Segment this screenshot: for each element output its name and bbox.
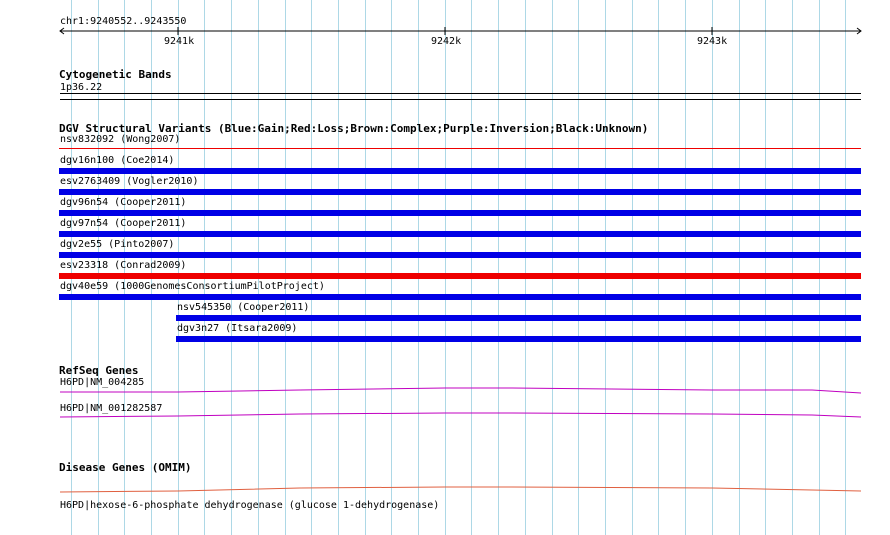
dgv-variant-label[interactable]: dgv96n54 (Cooper2011): [60, 197, 186, 208]
omim-label[interactable]: H6PD|hexose-6-phosphate dehydrogenase (g…: [60, 500, 439, 511]
dgv-variant-label[interactable]: nsv545350 (Cooper2011): [177, 302, 309, 313]
dgv-variant-label[interactable]: esv2763409 (Vogler2010): [60, 176, 198, 187]
dgv-variant-label[interactable]: dgv2e55 (Pinto2007): [60, 239, 174, 250]
dgv-variant-bar[interactable]: [59, 210, 861, 216]
dgv-variant-label[interactable]: dgv16n100 (Coe2014): [60, 155, 174, 166]
dgv-variant-bar[interactable]: [59, 189, 861, 195]
gene-intron-line: [59, 412, 862, 418]
refseq-track-title: RefSeq Genes: [59, 364, 139, 377]
dgv-variant-label[interactable]: esv23318 (Conrad2009): [60, 260, 186, 271]
cytoband-line-bottom: [60, 99, 861, 100]
ruler-axis: [59, 27, 862, 35]
genome-browser-view: chr1:9240552..9243550 9241k 9242k 9243k …: [0, 0, 890, 535]
dgv-variant-bar[interactable]: [59, 273, 861, 279]
gene-model[interactable]: [0, 384, 890, 398]
ruler-tick-label: 9241k: [164, 36, 195, 47]
dgv-variant-label[interactable]: dgv3n27 (Itsara2009): [177, 323, 297, 334]
cytoband-line-top: [60, 93, 861, 94]
dgv-variant-bar[interactable]: [59, 231, 861, 237]
cytoband-label: 1p36.22: [60, 82, 103, 93]
gene-intron-line: [60, 387, 862, 394]
omim-track-title: Disease Genes (OMIM): [59, 461, 192, 474]
gene-model[interactable]: [0, 409, 890, 423]
ruler-tick-label: 9243k: [697, 36, 728, 47]
dgv-variant-bar[interactable]: [59, 168, 861, 174]
dgv-variant-bar[interactable]: [59, 252, 861, 258]
omim-feature[interactable]: [0, 482, 890, 496]
dgv-variant-label[interactable]: dgv97n54 (Cooper2011): [60, 218, 186, 229]
dgv-variant-bar[interactable]: [59, 148, 861, 149]
dgv-variant-bar[interactable]: [59, 294, 861, 300]
dgv-variant-bar[interactable]: [176, 315, 861, 321]
dgv-variant-bar[interactable]: [176, 336, 861, 342]
dgv-variant-label[interactable]: nsv832092 (Wong2007): [60, 134, 180, 145]
ruler-tick-label: 9242k: [431, 36, 462, 47]
cytoband-track-title: Cytogenetic Bands: [59, 68, 172, 81]
dgv-variant-label[interactable]: dgv40e59 (1000GenomesConsortiumPilotProj…: [60, 281, 325, 292]
omim-feature-line: [59, 486, 862, 493]
